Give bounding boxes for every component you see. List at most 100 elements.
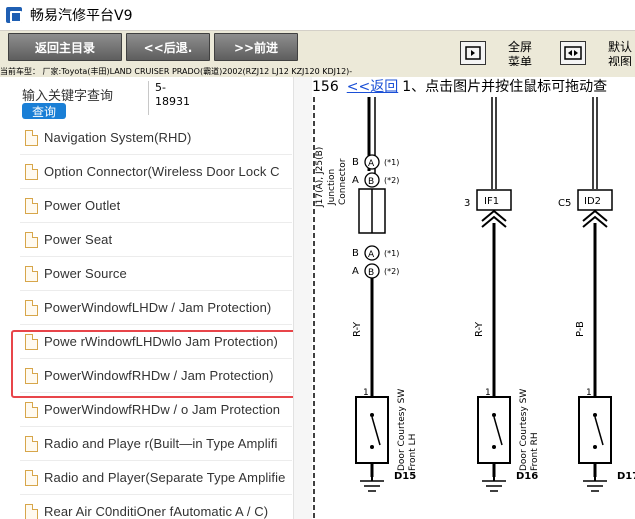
tree-item-label: Rear Air C0nditiOner fAutomatic A / C) (44, 504, 269, 519)
switch-d16-desc1: Door Courtesy SW (519, 389, 529, 471)
document-icon (25, 197, 38, 214)
tree-item[interactable]: Power Seat (20, 223, 292, 257)
forward-button[interactable]: >>前进 (214, 33, 298, 61)
pin-circle-b2: B (368, 268, 374, 278)
viewer-header: 156 <<返回 1、点击图片并按住鼠标可拖动查 (312, 77, 635, 97)
fullscreen-button[interactable] (460, 41, 486, 65)
switch-d17-pin: 1 (586, 388, 592, 398)
wire-label-ry-2: R-Y (474, 321, 485, 337)
back-link[interactable]: <<返回 (347, 79, 398, 95)
pin-circle-b: B (368, 177, 374, 187)
connector-id2-label: ID2 (584, 196, 601, 207)
wire-label-pb: P-B (575, 321, 586, 337)
switch-d17 (578, 396, 612, 464)
model-tree: Navigation System(RHD) Option Connector(… (0, 121, 312, 519)
connector-side-label: J17(A), J25(B) (315, 147, 325, 208)
tree-item[interactable]: Power Outlet (20, 189, 292, 223)
pin-note-3: (*1) (384, 249, 399, 258)
default-view-label-line1: 默认 (607, 40, 632, 54)
tree-item[interactable]: PowerWindowfRHDw / Jam Protection) (20, 359, 292, 393)
document-icon (25, 231, 38, 248)
fullscreen-label-line1: 全屏 (507, 40, 532, 54)
tree-item-label: PowerWindowfRHDw / Jam Protection) (44, 368, 274, 383)
pin-label-a2: A (352, 266, 359, 277)
search-input[interactable]: 5- 18931 (148, 81, 190, 115)
document-icon (25, 129, 38, 146)
document-icon (25, 265, 38, 282)
title-bar: 畅易汽修平台V9 (0, 0, 635, 30)
pin-circle-a: A (368, 159, 375, 169)
tree-item-label: PowerWindowfLHDw / Jam Protection) (44, 300, 272, 315)
pin-note-1: (*1) (384, 158, 399, 167)
pin-label-a: A (352, 175, 359, 186)
panel-scrollbar[interactable] (293, 77, 312, 519)
pin-circle-a2: A (368, 250, 375, 260)
back-main-button[interactable]: 返回主目录 (8, 33, 122, 61)
search-button[interactable]: 查询 (22, 103, 66, 119)
tree-item-label: Radio and Player(Separate Type Amplifie (44, 470, 286, 485)
fullscreen-icon (465, 46, 481, 60)
wiring-diagram-svg: J17(A), J25(B) Junction Connector B A (*… (313, 97, 635, 519)
document-icon (25, 401, 38, 418)
switch-d16-pin: 1 (485, 388, 491, 398)
tree-item[interactable]: Powe rWindowfLHDwlo Jam Protection) (20, 325, 292, 359)
left-panel: 输入关键字查询 5- 18931 查询 Navigation System(RH… (0, 77, 312, 519)
tree-item[interactable]: Option Connector(Wireless Door Lock C (20, 155, 292, 189)
document-icon (25, 469, 38, 486)
default-view-icon (564, 46, 582, 60)
connector-if1-label: IF1 (484, 196, 499, 207)
switch-d15-pin: 1 (363, 388, 369, 398)
search-area: 输入关键字查询 5- 18931 查询 (0, 77, 312, 121)
document-icon (25, 435, 38, 452)
connector-name-line2: Connector (338, 158, 348, 205)
tree-item-label: Power Outlet (44, 198, 121, 213)
switch-d16 (477, 396, 511, 464)
document-icon (25, 367, 38, 384)
wire-label-ry-1: R-Y (352, 321, 363, 337)
search-label: 输入关键字查询 (22, 89, 114, 104)
tree-item[interactable]: PowerWindowfLHDw / Jam Protection) (20, 291, 292, 325)
toolbar: 返回主目录 <<后退. >>前进 全屏 菜单 默认 视图 (0, 30, 635, 69)
back-button[interactable]: <<后退. (126, 33, 210, 61)
document-icon (25, 299, 38, 316)
app-icon (6, 7, 22, 23)
tree-item-label: Radio and Playe r(Built—in Type Amplifi (44, 436, 278, 451)
default-view-button[interactable] (560, 41, 586, 65)
junction-connector: J17(A), J25(B) Junction Connector B A (*… (315, 147, 399, 279)
switch-d16-desc2: Front RH (530, 432, 540, 471)
switch-d15-code: D15 (394, 471, 416, 482)
diagram-viewer: 156 <<返回 1、点击图片并按住鼠标可拖动查 J17(A), J25(B) Ju… (312, 77, 635, 519)
tree-item[interactable]: Radio and Player(Separate Type Amplifie (20, 461, 292, 495)
pin-note-2: (*2) (384, 176, 399, 185)
wiring-diagram[interactable]: J17(A), J25(B) Junction Connector B A (*… (312, 97, 635, 519)
tree-item-label: Powe rWindowfLHDwlo Jam Protection) (44, 334, 278, 349)
document-icon (25, 333, 38, 350)
pin-note-4: (*2) (384, 267, 399, 276)
switch-d15 (355, 396, 389, 464)
switch-d16-code: D16 (516, 471, 538, 482)
connector-if1-pin: 3 (464, 198, 470, 209)
pin-label-b: B (352, 157, 359, 168)
pin-label-b2: B (352, 248, 359, 259)
tree-item-label: PowerWindowfRHDw / o Jam Protection (44, 402, 281, 417)
switch-d17-code: D17 (617, 471, 635, 482)
tree-item-label: Power Seat (44, 232, 113, 247)
tree-item[interactable]: Radio and Playe r(Built—in Type Amplifi (20, 427, 292, 461)
document-icon (25, 503, 38, 519)
document-icon (25, 163, 38, 180)
window-title: 畅易汽修平台V9 (30, 8, 133, 24)
switch-d15-desc2: Front LH (408, 434, 418, 471)
page-number: 156 (312, 79, 339, 95)
viewer-instruction: 1、点击图片并按住鼠标可拖动查 (402, 79, 608, 95)
breadcrumb: 当前车型： 厂家:Toyota(丰田)LAND CRUISER PRADO(霸道… (0, 66, 635, 77)
tree-item[interactable]: PowerWindowfRHDw / o Jam Protection (20, 393, 292, 427)
tree-item-label: Option Connector(Wireless Door Lock C (44, 164, 280, 179)
tree-item-label: Power Source (44, 266, 127, 281)
tree-item[interactable]: Navigation System(RHD) (20, 121, 292, 155)
connector-name-line1: Junction (327, 169, 337, 206)
connector-id2-pin: C5 (558, 198, 571, 209)
tree-item[interactable]: Power Source (20, 257, 292, 291)
tree-item[interactable]: Rear Air C0nditiOner fAutomatic A / C) (20, 495, 292, 519)
tree-item-label: Navigation System(RHD) (44, 130, 192, 145)
switch-d15-desc1: Door Courtesy SW (397, 389, 407, 471)
